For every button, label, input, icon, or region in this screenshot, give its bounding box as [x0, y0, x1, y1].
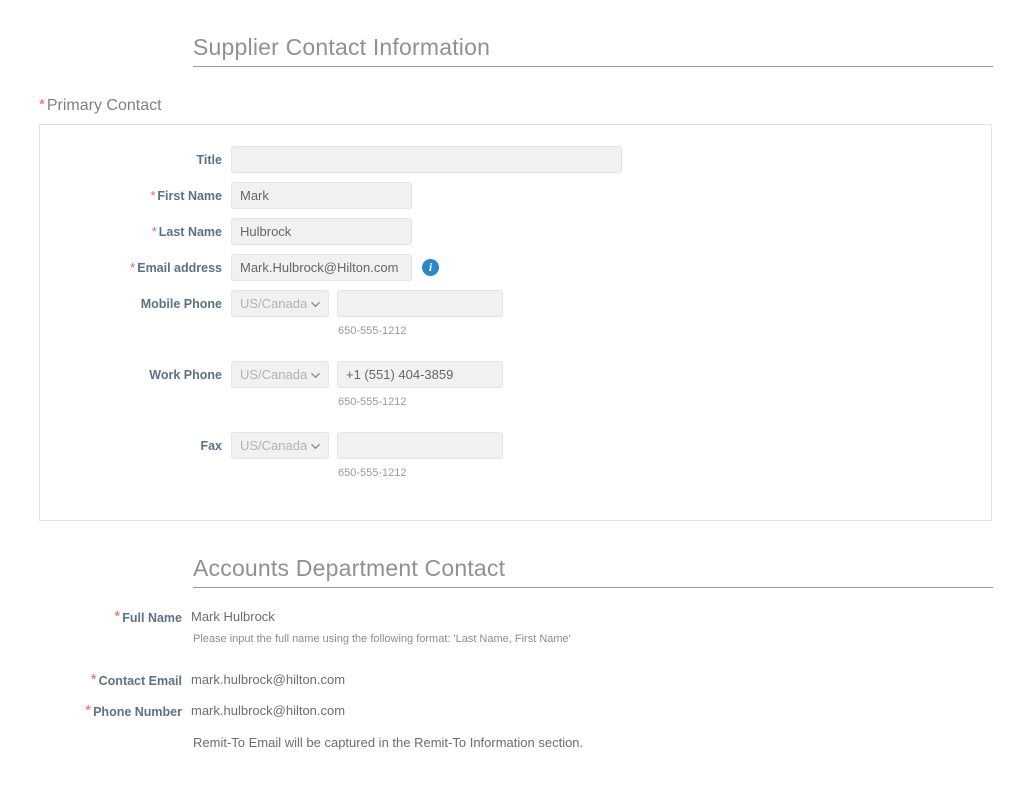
work-phone-hint: 650-555-1212: [338, 396, 407, 408]
control-work-phone: US/Canada 650-555-1212: [231, 361, 503, 409]
fax-hint: 650-555-1212: [338, 467, 407, 479]
contact-email-value[interactable]: mark.hulbrock@hilton.com: [191, 671, 345, 688]
control-email-address: i: [231, 254, 439, 281]
fax-country-value: US/Canada: [240, 438, 308, 453]
field-row-fax: Fax US/Canada 650-555-1212: [40, 432, 503, 480]
fax-country-select[interactable]: US/Canada: [231, 432, 329, 459]
title-input[interactable]: [231, 146, 622, 173]
work-phone-group: US/Canada: [231, 361, 503, 388]
chevron-down-icon: [311, 443, 320, 450]
field-row-contact-email: * Contact Email mark.hulbrock@hilton.com: [0, 671, 345, 690]
work-phone-input[interactable]: [337, 361, 503, 388]
fax-group: US/Canada: [231, 432, 503, 459]
label-mobile-phone: Mobile Phone: [140, 297, 222, 311]
primary-contact-group-label: * Primary Contact: [39, 95, 162, 116]
field-row-phone-number: * Phone Number mark.hulbrock@hilton.com: [0, 702, 345, 721]
required-asterisk-icon: *: [90, 671, 97, 688]
required-asterisk-icon: *: [114, 608, 121, 625]
mobile-phone-hint: 650-555-1212: [338, 325, 407, 337]
label-first-name: * First Name: [40, 182, 231, 210]
control-fax: US/Canada 650-555-1212: [231, 432, 503, 480]
label-email-address-text: Email address: [137, 261, 222, 275]
required-asterisk-icon: *: [130, 260, 136, 275]
full-name-help-text: Please input the full name using the fol…: [193, 633, 571, 645]
label-last-name: * Last Name: [40, 218, 231, 246]
full-name-value[interactable]: Mark Hulbrock: [191, 608, 275, 625]
label-title: Title: [196, 153, 222, 167]
primary-contact-label-text: Primary Contact: [46, 97, 162, 114]
last-name-input[interactable]: [231, 218, 412, 245]
mobile-phone-input[interactable]: [337, 290, 503, 317]
field-row-mobile-phone: Mobile Phone US/Canada 650-555-1212: [40, 290, 503, 338]
label-contact-email-text: Contact Email: [98, 674, 182, 688]
fax-input[interactable]: [337, 432, 503, 459]
mobile-phone-country-select[interactable]: US/Canada: [231, 290, 329, 317]
label-contact-email: * Contact Email: [0, 671, 191, 690]
email-address-input[interactable]: [231, 254, 412, 281]
field-row-first-name: * First Name: [40, 182, 412, 210]
mobile-phone-country-value: US/Canada: [240, 296, 308, 311]
primary-contact-panel: Title *First Name *Last Name *Email addr…: [39, 124, 992, 521]
field-row-title: Title: [40, 146, 622, 174]
supplier-contact-information-heading: Supplier Contact Information: [193, 34, 993, 67]
work-phone-country-value: US/Canada: [240, 367, 308, 382]
label-full-name: * Full Name: [0, 608, 191, 627]
phone-number-value[interactable]: mark.hulbrock@hilton.com: [191, 702, 345, 719]
first-name-input[interactable]: [231, 182, 412, 209]
label-fax: Fax: [200, 439, 222, 453]
required-asterisk-icon: *: [150, 188, 156, 203]
required-asterisk-icon: *: [39, 96, 45, 113]
field-row-last-name: * Last Name: [40, 218, 412, 246]
control-mobile-phone: US/Canada 650-555-1212: [231, 290, 503, 338]
label-full-name-text: Full Name: [122, 611, 182, 625]
label-work-phone: Work Phone: [149, 368, 222, 382]
work-phone-country-select[interactable]: US/Canada: [231, 361, 329, 388]
label-phone-number: * Phone Number: [0, 702, 191, 721]
remit-to-note: Remit-To Email will be captured in the R…: [193, 735, 584, 750]
chevron-down-icon: [311, 301, 320, 308]
control-first-name: [231, 182, 412, 209]
label-last-name-text: Last Name: [158, 225, 222, 239]
info-icon[interactable]: i: [422, 259, 439, 276]
field-row-email-address: *Email address i: [40, 254, 439, 282]
accounts-department-contact-heading: Accounts Department Contact: [193, 555, 993, 588]
control-title: [231, 146, 622, 173]
required-asterisk-icon: *: [85, 702, 92, 719]
label-email-address: * Email address: [40, 254, 231, 282]
mobile-phone-group: US/Canada: [231, 290, 503, 317]
field-row-full-name: * Full Name Mark Hulbrock: [0, 608, 275, 627]
field-row-work-phone: Work Phone US/Canada 650-555-1212: [40, 361, 503, 409]
label-phone-number-text: Phone Number: [93, 705, 182, 719]
chevron-down-icon: [311, 372, 320, 379]
label-first-name-text: First Name: [157, 189, 222, 203]
control-last-name: [231, 218, 412, 245]
required-asterisk-icon: *: [151, 224, 157, 239]
